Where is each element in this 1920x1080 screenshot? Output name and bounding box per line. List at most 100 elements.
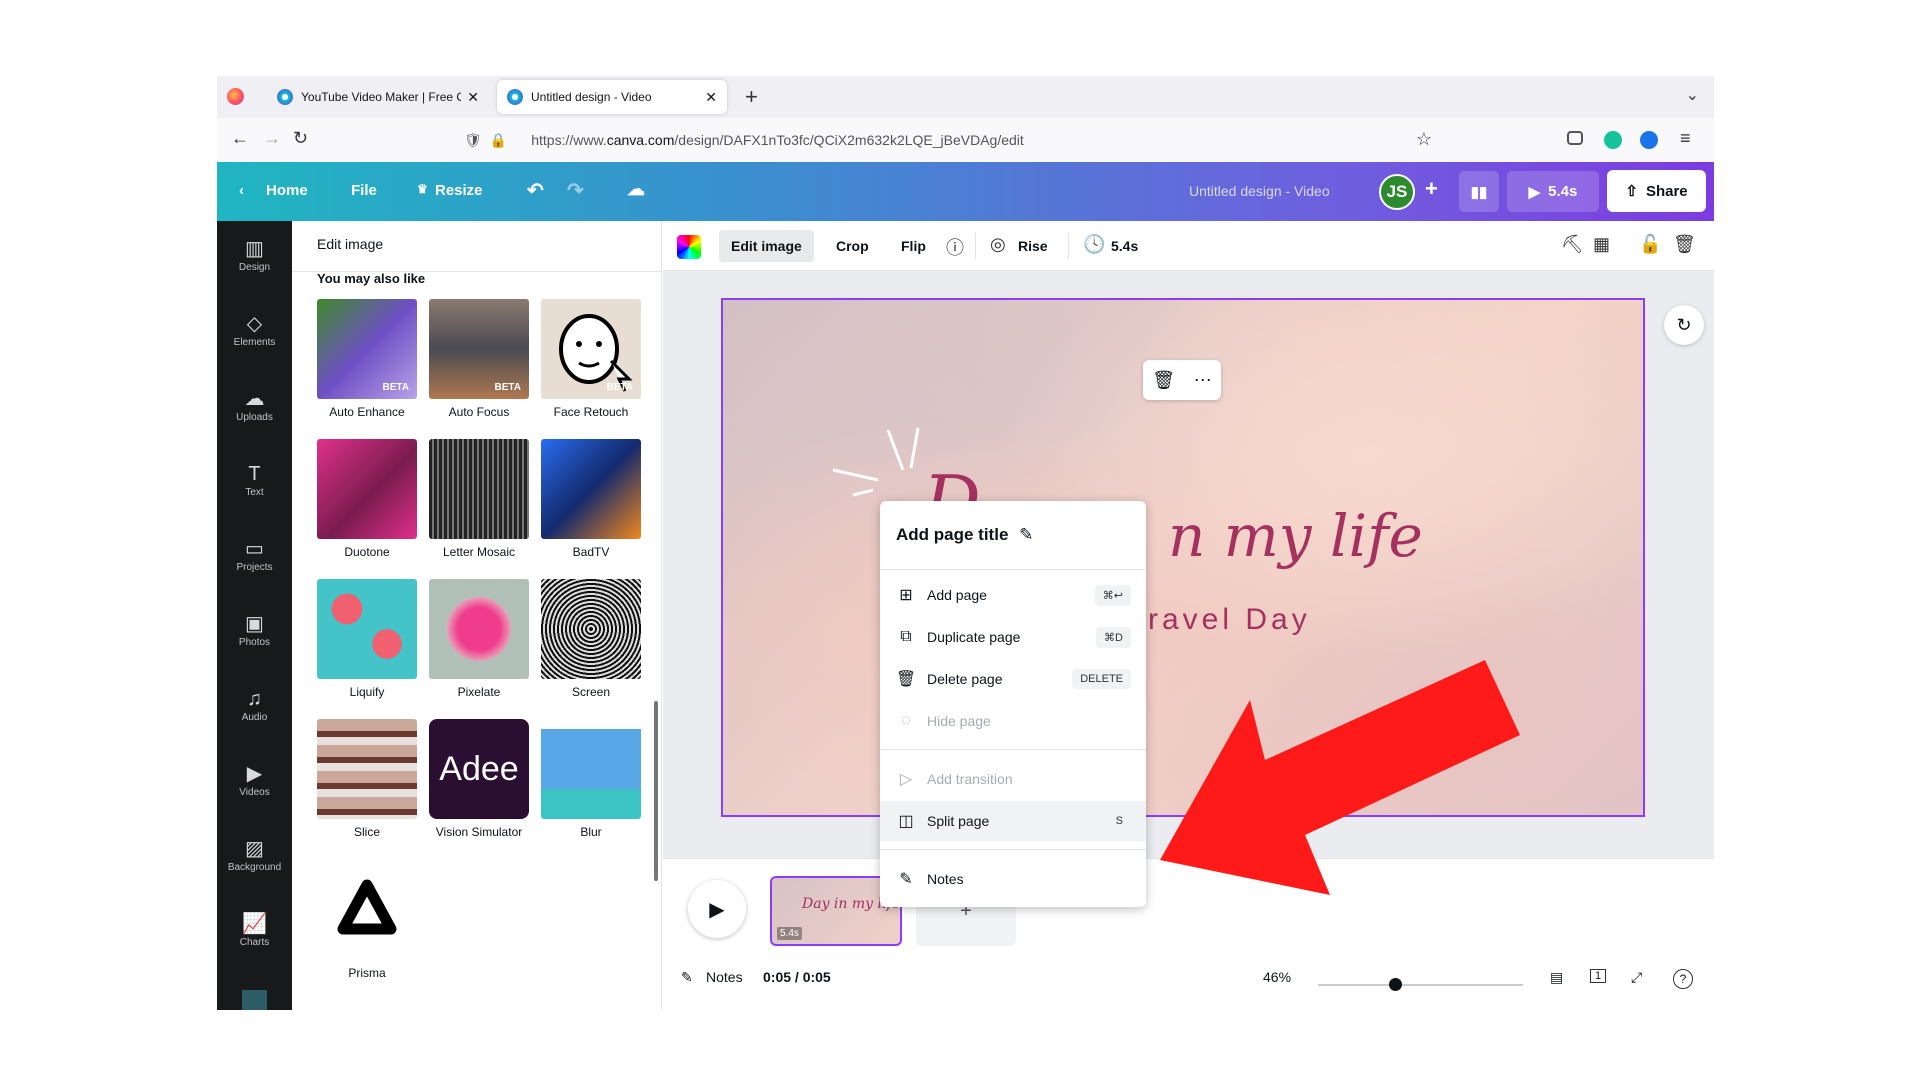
invite-plus-icon[interactable]: + [1425,176,1438,202]
rail-item-charts[interactable]: 📈 Charts [217,911,292,971]
tab-youtube-maker[interactable]: YouTube Video Maker | Free Onl ✕ [267,80,489,114]
menu-item-delete-page[interactable]: 🗑 Delete page DELETE [880,659,1146,699]
trash-icon[interactable]: 🗑 [1673,234,1696,255]
effect-auto-enhance[interactable]: BETA [317,299,417,399]
menu-hamburger-icon[interactable]: ≡ [1680,128,1691,149]
effect-blur[interactable] [541,719,641,819]
effect-vision-simulator[interactable]: Adee [429,719,529,819]
zoom-slider[interactable] [1318,984,1523,986]
paint-roller-icon[interactable]: ⛏ [1561,234,1584,255]
url-text[interactable]: https://www.canva.com/design/DAFX1nTo3fc… [531,132,1024,148]
rail-item-elements[interactable]: ◇ Elements [217,311,292,371]
rail-item-uploads[interactable]: ☁ Uploads [217,386,292,446]
shield-icon[interactable]: 🛡 [464,132,482,149]
share-button[interactable]: ⇧ Share [1607,170,1706,212]
transition-icon: ▷ [899,771,913,788]
cloud-save-icon[interactable]: ☁ [627,179,645,200]
animation-button[interactable]: Rise [1018,230,1048,262]
rail-item-background[interactable]: ▨ Background [217,836,292,896]
close-tab-icon[interactable]: ✕ [467,89,479,106]
address-bar[interactable]: 🛡 🔒 https://www.canva.com/design/DAFX1nT… [452,124,1452,156]
flip-button[interactable]: Flip [901,230,926,262]
file-menu-button[interactable]: File [351,182,377,199]
insights-button[interactable]: ▮▮ [1459,171,1499,212]
effect-pixelate[interactable] [429,579,529,679]
menu-item-add-page[interactable]: ⊞ Add page ⌘↩ [880,575,1146,615]
back-icon[interactable]: ← [231,128,249,149]
effect-prisma[interactable] [317,859,417,959]
home-button[interactable]: Home [266,182,308,199]
redo-icon[interactable]: ↷ [567,178,584,203]
menu-item-split-page[interactable]: ◫ Split page S [880,801,1146,841]
menu-item-add-transition[interactable]: ▷ Add transition [880,759,1146,799]
pocket-icon[interactable] [1567,131,1583,145]
extension-icon[interactable] [1640,131,1658,149]
grid-view-icon[interactable]: ▤ [1550,969,1563,986]
panel-scrollbar[interactable] [654,701,658,881]
menu-item-duplicate-page[interactable]: ⧉ Duplicate page ⌘D [880,617,1146,657]
play-button[interactable]: ▶ [688,880,746,938]
effect-letter-mosaic[interactable] [429,439,529,539]
effect-duotone[interactable] [317,439,417,539]
document-title[interactable]: Untitled design - Video [1189,183,1330,199]
rail-item-design[interactable]: ▥ Design [217,236,292,296]
crop-button[interactable]: Crop [836,230,869,262]
new-tab-icon[interactable]: + [745,84,758,110]
menu-item-label: Hide page [927,713,991,729]
design-page[interactable]: D n my life ravel Day 🗑⋯ [721,298,1645,817]
design-script-text[interactable]: n my life [1168,502,1423,570]
close-tab-icon[interactable]: ✕ [705,89,717,106]
zoom-level[interactable]: 46% [1263,969,1291,985]
lock-icon[interactable]: 🔒 [490,132,507,149]
rail-item-audio[interactable]: ♫ Audio [217,686,292,746]
undo-icon[interactable]: ↶ [527,178,544,203]
design-subtitle-text[interactable]: ravel Day [1148,603,1311,637]
effect-screen[interactable] [541,579,641,679]
timing-button[interactable]: 5.4s [1111,230,1138,262]
tab-untitled-design[interactable]: Untitled design - Video ✕ [497,80,727,114]
rail-item-projects[interactable]: ▭ Projects [217,536,292,596]
effect-slice[interactable] [317,719,417,819]
trash-icon[interactable]: 🗑 [1152,370,1175,391]
edit-image-button[interactable]: Edit image [719,230,814,262]
upload-icon: ⇧ [1625,183,1638,200]
resize-button[interactable]: Resize [435,182,483,199]
grammarly-icon[interactable] [1604,131,1622,149]
help-icon[interactable]: ? [1673,969,1693,989]
transparency-icon[interactable]: ▦ [1593,234,1610,255]
notes-button[interactable]: Notes [706,969,743,985]
regenerate-icon[interactable]: ↻ [1664,305,1704,345]
firefox-icon[interactable] [227,88,244,105]
color-picker-button[interactable] [677,235,701,259]
effect-label: Letter Mosaic [442,545,516,559]
menu-item-hide-page[interactable]: ◌ Hide page [880,701,1146,741]
menu-item-notes[interactable]: ✎ Notes [880,859,1146,899]
shortcut-badge: DELETE [1072,669,1131,689]
reload-icon[interactable]: ↻ [293,128,308,149]
rail-item-videos[interactable]: ▶ Videos [217,761,292,821]
lock-icon[interactable]: 🔓 [1639,234,1661,255]
animate-icon[interactable]: ◎ [990,234,1006,255]
zoom-slider-handle[interactable] [1389,978,1402,991]
info-icon[interactable]: ⓘ [946,234,964,260]
present-button[interactable]: ▶ 5.4s [1507,171,1599,212]
effect-badtv[interactable] [541,439,641,539]
tab-list-chevron-icon[interactable]: ⌄ [1686,85,1699,105]
fullscreen-icon[interactable]: ⤢ [1631,969,1642,986]
pencil-icon[interactable]: ✎ [1019,525,1033,544]
forward-icon[interactable]: → [263,128,281,149]
rail-item-photos[interactable]: ▣ Photos [217,611,292,671]
rail-item-text[interactable]: T Text [217,461,292,521]
bookmark-star-icon[interactable]: ☆ [1416,129,1432,150]
clock-icon[interactable]: 🕓 [1083,234,1105,255]
notes-icon[interactable]: ✎ [681,969,693,986]
effect-face-retouch[interactable]: BETA [541,299,641,399]
chevron-left-icon[interactable]: ‹ [239,182,244,199]
add-page-title[interactable]: Add page title ✎ [896,525,1033,545]
effect-liquify[interactable] [317,579,417,679]
page-count-button[interactable]: 1 [1590,969,1607,983]
avatar[interactable]: JS [1379,174,1415,210]
more-options-icon[interactable]: ⋯ [1194,370,1212,391]
effect-auto-focus[interactable]: BETA [429,299,529,399]
rail-app-tile[interactable] [242,990,267,1010]
